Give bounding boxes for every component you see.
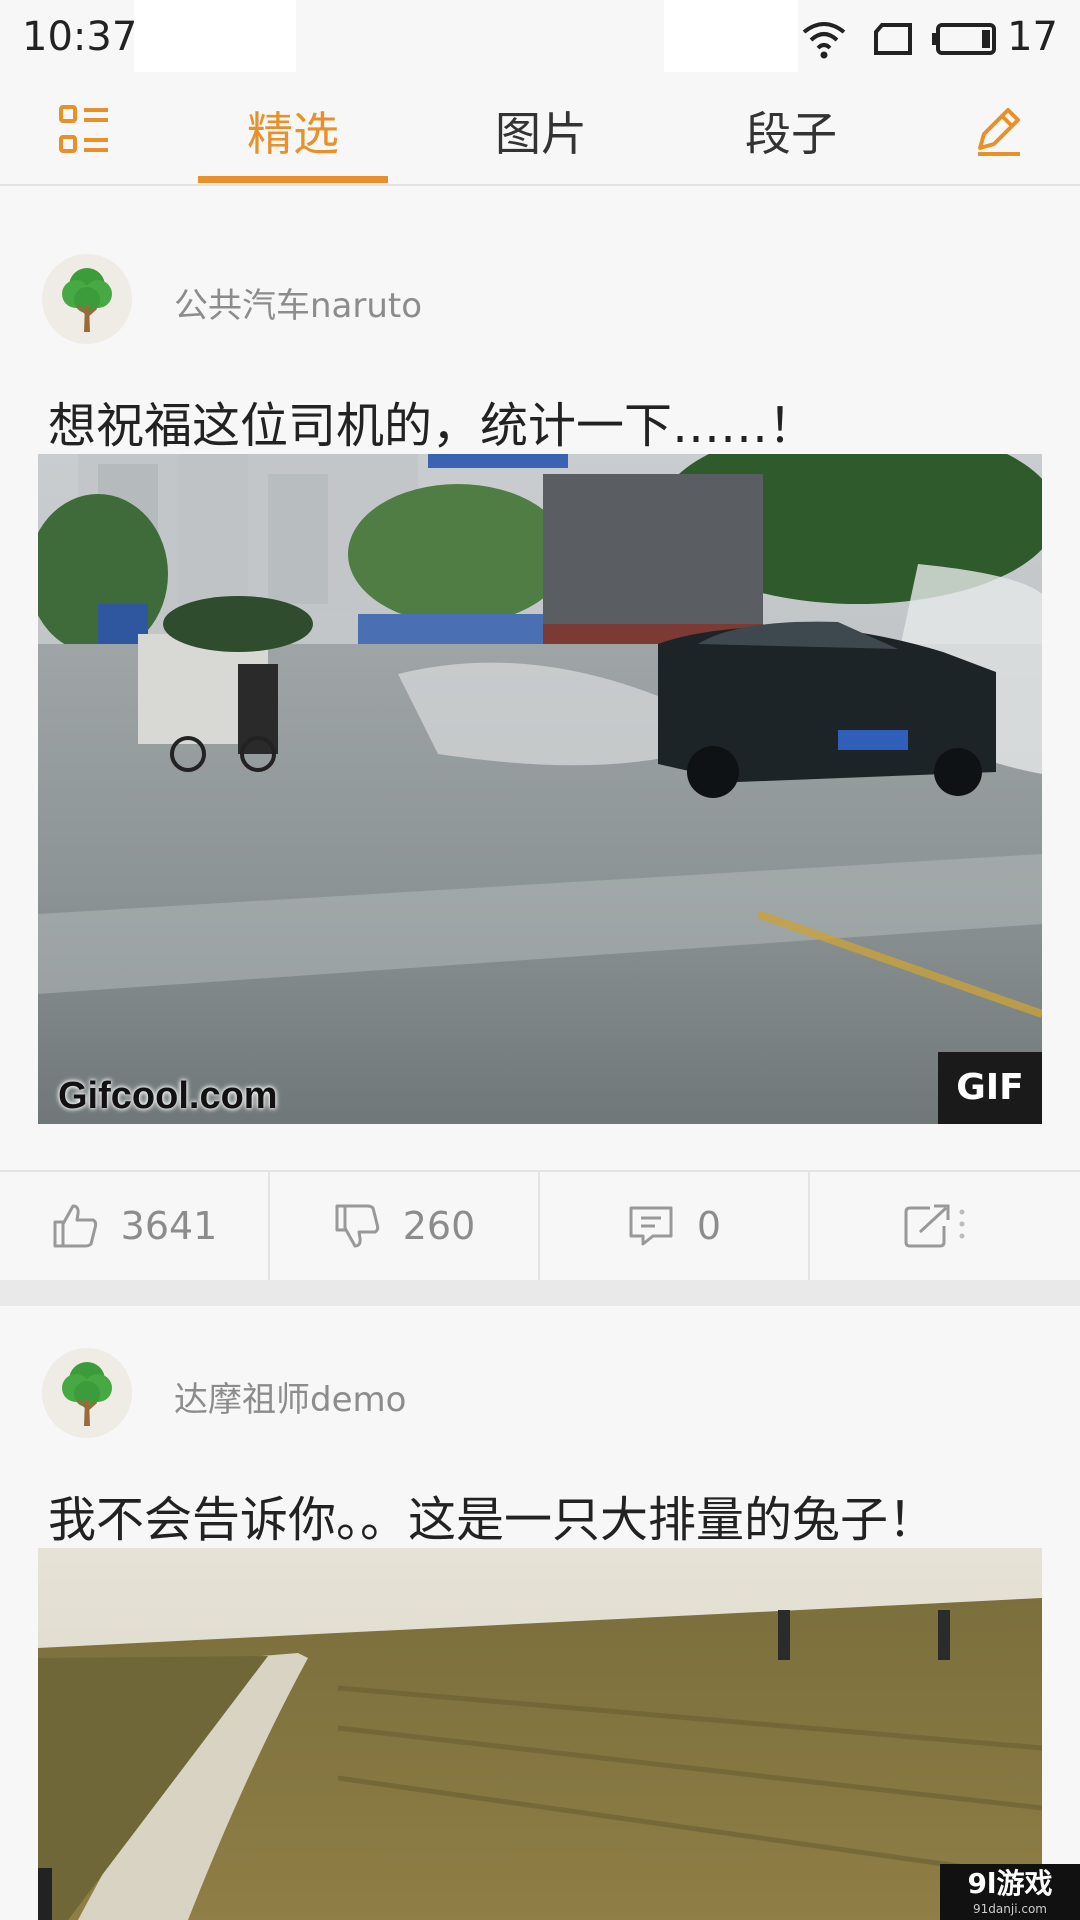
post-text[interactable]: 想祝福这位司机的，统计一下……！ [48, 386, 816, 456]
flooded-road-image [38, 454, 1042, 1124]
post-gif[interactable] [38, 1548, 1042, 1920]
battery-percent: 17 [1007, 14, 1058, 60]
status-mask [664, 0, 798, 72]
avatar[interactable] [42, 254, 132, 344]
post-actions-bar: 3641 260 0 [0, 1170, 1080, 1282]
like-button[interactable]: 3641 [0, 1172, 268, 1280]
tab-jokes[interactable]: 段子 [696, 98, 886, 161]
top-tab-bar: 精选 图片 段子 [0, 78, 1080, 186]
dislike-button[interactable]: 260 [270, 1172, 538, 1280]
share-icon [904, 1204, 965, 1248]
gif-watermark: Gifcool.com [58, 1075, 278, 1117]
comment-icon [629, 1206, 673, 1246]
post-username[interactable]: 达摩祖师demo [174, 1372, 406, 1421]
status-mask [134, 0, 296, 72]
site-logo-title: 9l游戏 [967, 1867, 1053, 1900]
share-button[interactable] [810, 1172, 1080, 1280]
tab-pictures[interactable]: 图片 [446, 98, 636, 161]
active-tab-indicator [198, 176, 388, 183]
comment-button[interactable]: 0 [540, 1172, 808, 1280]
gif-badge: GIF [938, 1052, 1042, 1124]
post-card[interactable]: 公共汽车naruto 想祝福这位司机的，统计一下……！ Gifcool.com … [0, 186, 1080, 1306]
tree-avatar-icon [62, 1362, 112, 1426]
tree-avatar-icon [62, 268, 112, 332]
site-logo-url: 91danji.com [973, 1902, 1047, 1916]
site-logo-watermark: 9l游戏 91danji.com [940, 1864, 1080, 1920]
post-gif[interactable]: Gifcool.com GIF [38, 454, 1042, 1124]
post-username[interactable]: 公共汽车naruto [174, 278, 422, 327]
thumbs-up-icon [53, 1204, 97, 1248]
wifi-icon [802, 22, 846, 59]
status-bar: 10:37 17 [0, 0, 1080, 78]
status-time: 10:37 [22, 14, 138, 60]
comment-count: 0 [696, 1204, 722, 1248]
dislike-count: 260 [402, 1204, 476, 1248]
battery-icon [932, 23, 996, 55]
post-card[interactable]: 达摩祖师demo 我不会告诉你。。这是一只大排量的兔子！ [0, 1306, 1080, 1920]
thumbs-down-icon [335, 1204, 379, 1248]
menu-list-icon[interactable] [58, 104, 110, 156]
post-text[interactable]: 我不会告诉你。。这是一只大排量的兔子！ [48, 1480, 936, 1550]
sim-icon [874, 23, 912, 55]
tab-featured[interactable]: 精选 [198, 98, 388, 161]
like-count: 3641 [120, 1204, 218, 1248]
post-separator [0, 1280, 1080, 1306]
avatar[interactable] [42, 1348, 132, 1438]
pencil-icon[interactable] [972, 102, 1024, 158]
field-image [38, 1548, 1042, 1920]
